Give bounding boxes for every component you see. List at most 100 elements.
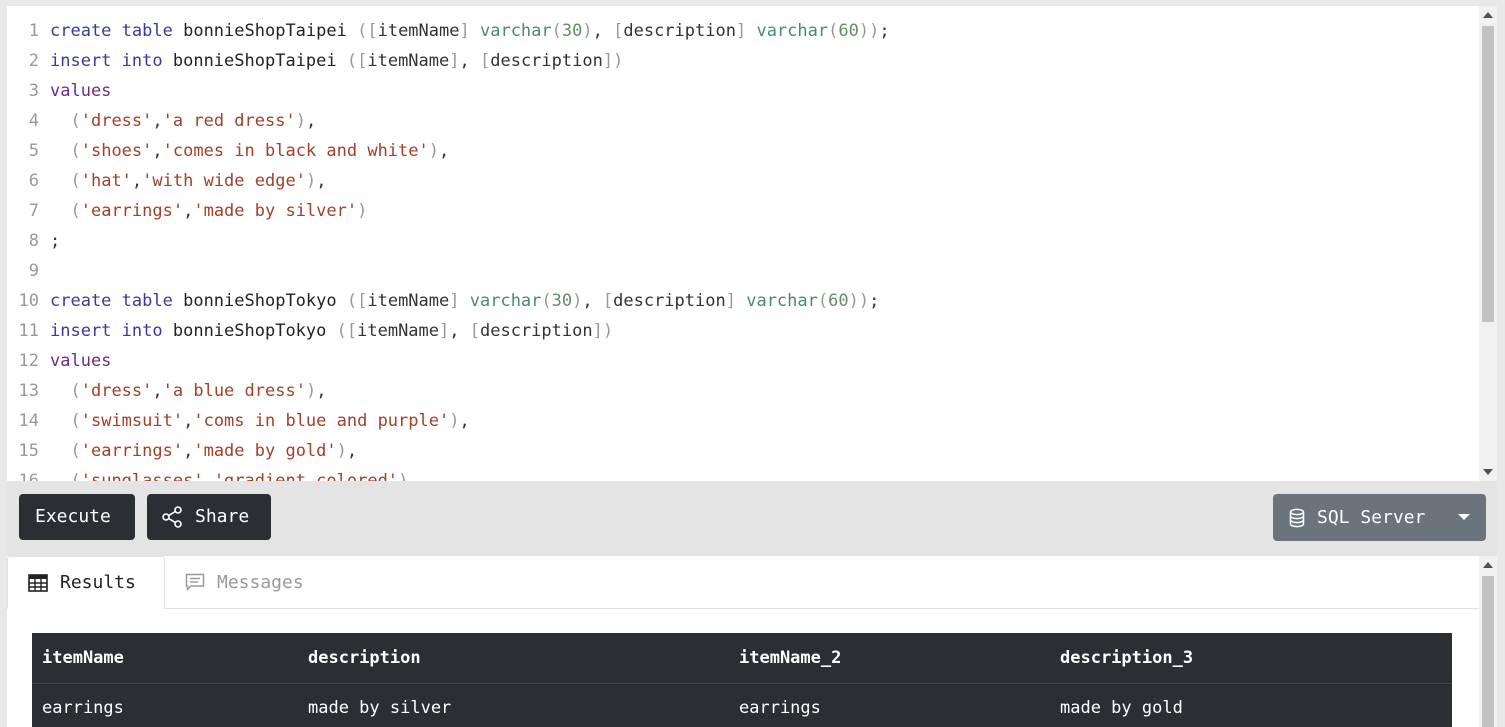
code-line: 7 ('earrings','made by silver') xyxy=(7,196,1477,226)
code-token: , xyxy=(316,171,327,191)
code-token: , xyxy=(346,441,358,461)
results-scrollbar[interactable] xyxy=(1479,556,1497,727)
tab-results[interactable]: Results xyxy=(7,556,165,609)
code-token: 60 xyxy=(838,21,859,41)
share-label: Share xyxy=(195,506,250,527)
code-token: ( xyxy=(357,21,368,41)
message-icon xyxy=(185,573,205,591)
code-token: create xyxy=(50,21,112,41)
code-token: 'earrings' xyxy=(80,201,184,221)
code-token: ) xyxy=(305,171,317,191)
code-token: ( xyxy=(70,111,81,131)
results-table: itemName description itemName_2 descript… xyxy=(32,633,1452,727)
code-token: ] xyxy=(459,21,470,41)
code-token: 'gradient colored' xyxy=(213,471,399,481)
scroll-up-icon[interactable] xyxy=(1483,562,1493,568)
code-token: ( xyxy=(70,441,81,461)
line-number: 4 xyxy=(28,111,39,131)
results-panel: Results Messages itemName description it… xyxy=(7,556,1497,727)
code-token: 'dress' xyxy=(80,111,153,131)
code-token: 'coms in blue and purple' xyxy=(193,411,450,431)
scroll-down-icon[interactable] xyxy=(1483,469,1493,475)
line-number: 14 xyxy=(18,411,39,431)
code-text: ('swimsuit','coms in blue and purple'), xyxy=(50,406,469,436)
tab-messages[interactable]: Messages xyxy=(165,556,324,608)
code-token: , xyxy=(316,381,327,401)
code-token: [ xyxy=(479,51,491,71)
code-token: ( xyxy=(70,171,81,191)
code-token: 'hat' xyxy=(80,171,132,191)
code-token: ) xyxy=(336,441,347,461)
share-button[interactable]: Share xyxy=(147,494,271,540)
code-token: ( xyxy=(70,141,81,161)
results-scroll-thumb[interactable] xyxy=(1482,576,1494,727)
code-token: create xyxy=(50,291,112,311)
code-token: [ xyxy=(357,51,368,71)
column-header: description_3 xyxy=(1050,633,1452,684)
line-number: 10 xyxy=(18,291,39,311)
code-token: ( xyxy=(70,471,81,481)
code-token: ( xyxy=(551,21,562,41)
code-token: , xyxy=(305,111,317,131)
code-token: ) xyxy=(295,111,306,131)
code-token: 'swimsuit' xyxy=(80,411,184,431)
code-token: ) xyxy=(858,291,870,311)
code-token: , xyxy=(203,471,214,481)
code-lines: 1 create table bonnieShopTaipei ([itemNam… xyxy=(7,16,1477,481)
editor-scrollbar[interactable] xyxy=(1479,6,1497,481)
table-cell: made by silver xyxy=(298,683,729,727)
editor-scroll-thumb[interactable] xyxy=(1482,26,1494,322)
line-number: 9 xyxy=(28,261,39,281)
code-text: ('dress','a blue dress'), xyxy=(50,376,326,406)
sql-editor[interactable]: 1 create table bonnieShopTaipei ([itemNam… xyxy=(7,6,1497,481)
code-text: ; xyxy=(50,226,60,256)
line-number: 5 xyxy=(28,141,39,161)
code-token: ) xyxy=(613,51,624,71)
code-text: insert into bonnieShopTaipei ([itemName]… xyxy=(50,46,623,76)
code-token: 60 xyxy=(828,291,849,311)
column-header: itemName xyxy=(32,633,298,684)
code-line: 6 ('hat','with wide edge'), xyxy=(7,166,1477,196)
code-token: ( xyxy=(346,51,358,71)
caret-down-icon xyxy=(1458,514,1470,520)
scroll-up-icon[interactable] xyxy=(1483,12,1493,18)
code-token: , xyxy=(592,21,614,41)
table-row: earrings made by silver earrings made by… xyxy=(32,683,1452,727)
code-line: 16 ('sunglasses','gradient colored') xyxy=(7,466,1477,481)
code-token: , xyxy=(582,291,603,311)
execute-button[interactable]: Execute xyxy=(19,494,135,540)
code-text: ('sunglasses','gradient colored') xyxy=(50,466,408,481)
code-token: values xyxy=(50,351,112,371)
code-token: itemName xyxy=(357,321,440,341)
code-token: [ xyxy=(602,291,614,311)
code-token: insert xyxy=(50,51,112,71)
code-line: 2 insert into bonnieShopTaipei ([itemName… xyxy=(7,46,1477,76)
table-cell: earrings xyxy=(729,683,1050,727)
code-token: , xyxy=(152,111,163,131)
code-line: 8; xyxy=(7,226,1477,256)
line-number: 8 xyxy=(28,231,39,251)
database-select[interactable]: SQL Server xyxy=(1273,494,1486,541)
code-token: ; xyxy=(50,231,61,251)
code-token: ) xyxy=(305,381,317,401)
code-token: itemName xyxy=(367,291,450,311)
line-number: 2 xyxy=(28,51,39,71)
code-token: ; xyxy=(869,291,880,311)
code-line: 12 values xyxy=(7,346,1477,376)
code-token: ] xyxy=(449,291,460,311)
code-token: , xyxy=(439,141,450,161)
code-text: ('shoes','comes in black and white'), xyxy=(50,136,449,166)
code-token: ) xyxy=(428,141,439,161)
code-token: 30 xyxy=(551,291,573,311)
toolbar: Execute Share SQL Server xyxy=(7,481,1497,556)
code-token: ) xyxy=(848,291,859,311)
code-token: varchar xyxy=(746,291,818,311)
code-text: ('earrings','made by gold'), xyxy=(50,436,357,466)
code-token: ) xyxy=(398,471,409,481)
code-text: values xyxy=(50,76,111,106)
